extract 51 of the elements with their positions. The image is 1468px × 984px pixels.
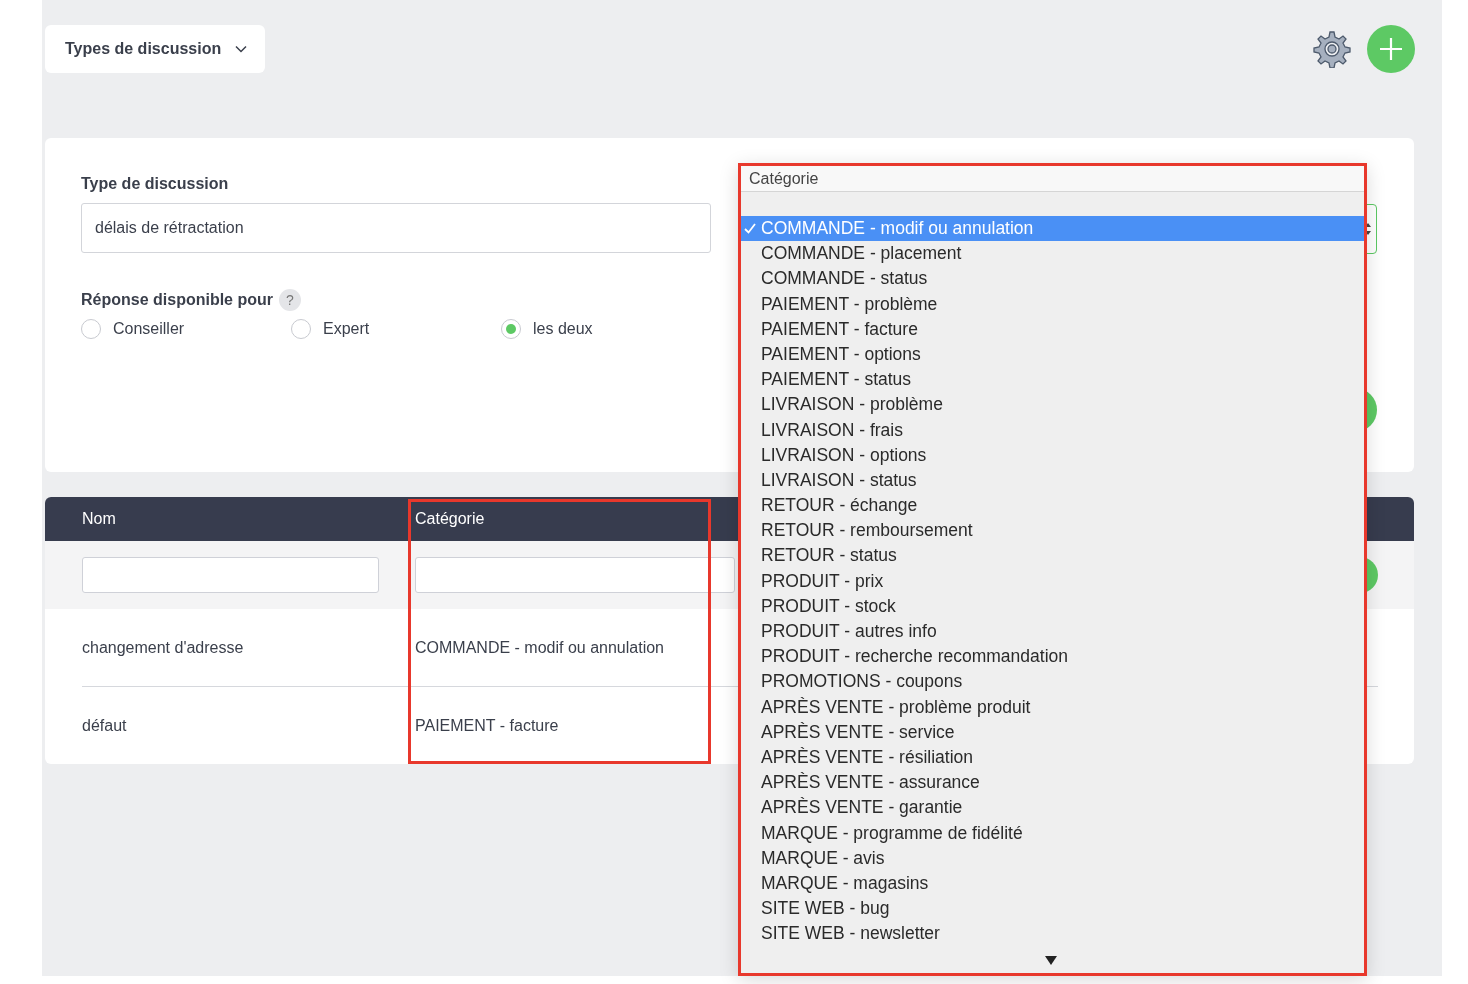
table-cell-text: COMMANDE - modif ou annulation	[415, 638, 665, 657]
menu-item[interactable]: PAIEMENT - status	[741, 367, 1364, 393]
menu-item[interactable]: PRODUIT - stock	[741, 593, 1364, 619]
menu-item[interactable]: APRÈS VENTE - service	[741, 719, 1364, 745]
menu-item[interactable]: LIVRAISON - options	[741, 442, 1364, 468]
column-header: Catégorie	[415, 509, 486, 529]
view-menu-button[interactable]: Types de discussion	[45, 25, 266, 73]
settings-icon[interactable]	[1313, 30, 1351, 68]
menu-item[interactable]: APRÈS VENTE - résiliation	[741, 744, 1364, 771]
menu-item[interactable]: PAIEMENT - facture	[741, 316, 1364, 342]
check-icon	[744, 223, 756, 234]
menu-item[interactable]: APRÈS VENTE - problème produit	[741, 694, 1364, 720]
radio-label[interactable]: Conseiller	[113, 320, 185, 338]
menu-item[interactable]: SITE WEB - bug	[741, 896, 1364, 922]
menu-item[interactable]: PRODUIT - autres info	[741, 619, 1364, 645]
scroll-down-arrow-icon	[1045, 956, 1057, 965]
table-cell-text: changement d'adresse	[82, 638, 245, 657]
menu-item[interactable]: COMMANDE - status	[741, 266, 1364, 292]
menu-item[interactable]: RETOUR - status	[741, 543, 1364, 569]
field-label: Type de discussion	[81, 175, 230, 193]
table-cell-text: défaut	[82, 716, 128, 735]
menu-item[interactable]: PRODUIT - recherche recommandation	[741, 644, 1364, 670]
menu-item[interactable]: LIVRAISON - status	[741, 467, 1364, 494]
radio-label[interactable]: Expert	[323, 320, 370, 338]
column-header: Nom	[82, 509, 117, 529]
menu-item[interactable]: LIVRAISON - problème	[741, 392, 1364, 418]
menu-item[interactable]: SITE WEB - newsletter	[741, 921, 1364, 947]
menu-item[interactable]: RETOUR - échange	[741, 493, 1364, 519]
menu-item[interactable]: LIVRAISON - frais	[741, 417, 1364, 443]
menu-item[interactable]: APRÈS VENTE - assurance	[741, 770, 1364, 796]
filter-input-field[interactable]	[415, 557, 735, 593]
menu-item[interactable]: COMMANDE - placement	[741, 241, 1364, 267]
sort-arrows-icon	[1364, 222, 1372, 236]
table-cell-text: PAIEMENT - facture	[415, 716, 560, 735]
radio-label[interactable]: les deux	[533, 320, 593, 338]
menu-item[interactable]: PROMOTIONS - coupons	[741, 669, 1364, 695]
menu-item[interactable]: MARQUE - magasins	[741, 870, 1364, 897]
filter-input-field[interactable]	[82, 557, 379, 593]
menu-item[interactable]: PAIEMENT - problème	[741, 291, 1364, 317]
menu-item[interactable]: RETOUR - remboursement	[741, 518, 1364, 544]
field-label: Réponse disponible pour	[81, 291, 273, 309]
menu-item[interactable]: APRÈS VENTE - garantie	[741, 795, 1364, 821]
add-button[interactable]	[1367, 25, 1415, 73]
help-badge[interactable]: ?	[279, 289, 301, 311]
chevron-down-icon	[235, 45, 248, 53]
name-input-field[interactable]: délais de rétractation	[81, 203, 711, 253]
menu-item[interactable]: MARQUE - programme de fidélité	[741, 820, 1364, 846]
field-label: Catégorie	[741, 166, 1364, 192]
menu-item[interactable]: PAIEMENT - options	[741, 341, 1364, 368]
menu-item[interactable]: MARQUE - avis	[741, 845, 1364, 871]
menu-item[interactable]: PRODUIT - prix	[741, 568, 1364, 594]
